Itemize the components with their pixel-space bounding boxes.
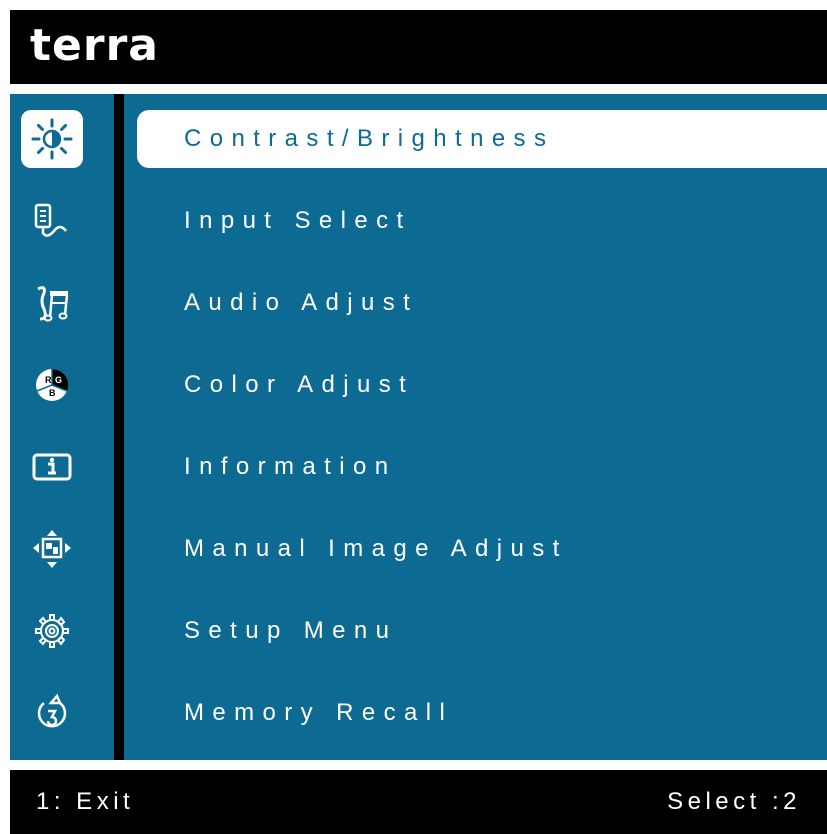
exit-hint: 1: Exit xyxy=(36,788,135,815)
menu-item-audio-adjust[interactable]: Audio Adjust xyxy=(137,274,827,332)
input-select-icon xyxy=(34,203,67,237)
recall-icon xyxy=(37,693,67,728)
menu-item-manual-image-adjust[interactable]: Manual Image Adjust xyxy=(137,520,827,578)
sidebar-item-input-select[interactable] xyxy=(21,192,83,250)
sidebar-item-color-adjust[interactable]: R G B xyxy=(21,356,83,414)
menu-item-information[interactable]: Information xyxy=(137,438,827,496)
icon-sidebar: R G B xyxy=(10,94,114,760)
info-icon xyxy=(32,453,72,481)
title-bar: terra xyxy=(10,10,827,84)
rgb-color-icon: R G B xyxy=(36,368,69,401)
sidebar-item-contrast-brightness[interactable] xyxy=(21,110,83,168)
svg-text:B: B xyxy=(49,388,56,398)
osd-panel: R G B Contrast/Brightness Input Select A… xyxy=(10,94,827,760)
sidebar-item-manual-image-adjust[interactable] xyxy=(21,520,83,578)
image-adjust-icon xyxy=(33,530,71,568)
sidebar-item-setup-menu[interactable] xyxy=(21,602,83,660)
sidebar-item-information[interactable] xyxy=(21,438,83,496)
main-menu: Contrast/Brightness Input Select Audio A… xyxy=(124,94,827,760)
sidebar-item-audio-adjust[interactable] xyxy=(21,274,83,332)
audio-icon xyxy=(37,286,69,322)
menu-item-contrast-brightness[interactable]: Contrast/Brightness xyxy=(137,110,827,168)
svg-text:G: G xyxy=(55,375,62,385)
menu-item-setup-menu[interactable]: Setup Menu xyxy=(137,602,827,660)
menu-item-color-adjust[interactable]: Color Adjust xyxy=(137,356,827,414)
select-hint: Select :2 xyxy=(667,788,801,815)
sidebar-item-memory-recall[interactable] xyxy=(21,684,83,742)
menu-item-memory-recall[interactable]: Memory Recall xyxy=(137,684,827,742)
brand-logo: terra xyxy=(30,20,159,71)
brightness-icon xyxy=(31,118,73,160)
gear-icon xyxy=(35,614,69,648)
footer-bar: 1: Exit Select :2 xyxy=(10,770,827,834)
menu-item-input-select[interactable]: Input Select xyxy=(137,192,827,250)
svg-text:R: R xyxy=(45,375,52,385)
